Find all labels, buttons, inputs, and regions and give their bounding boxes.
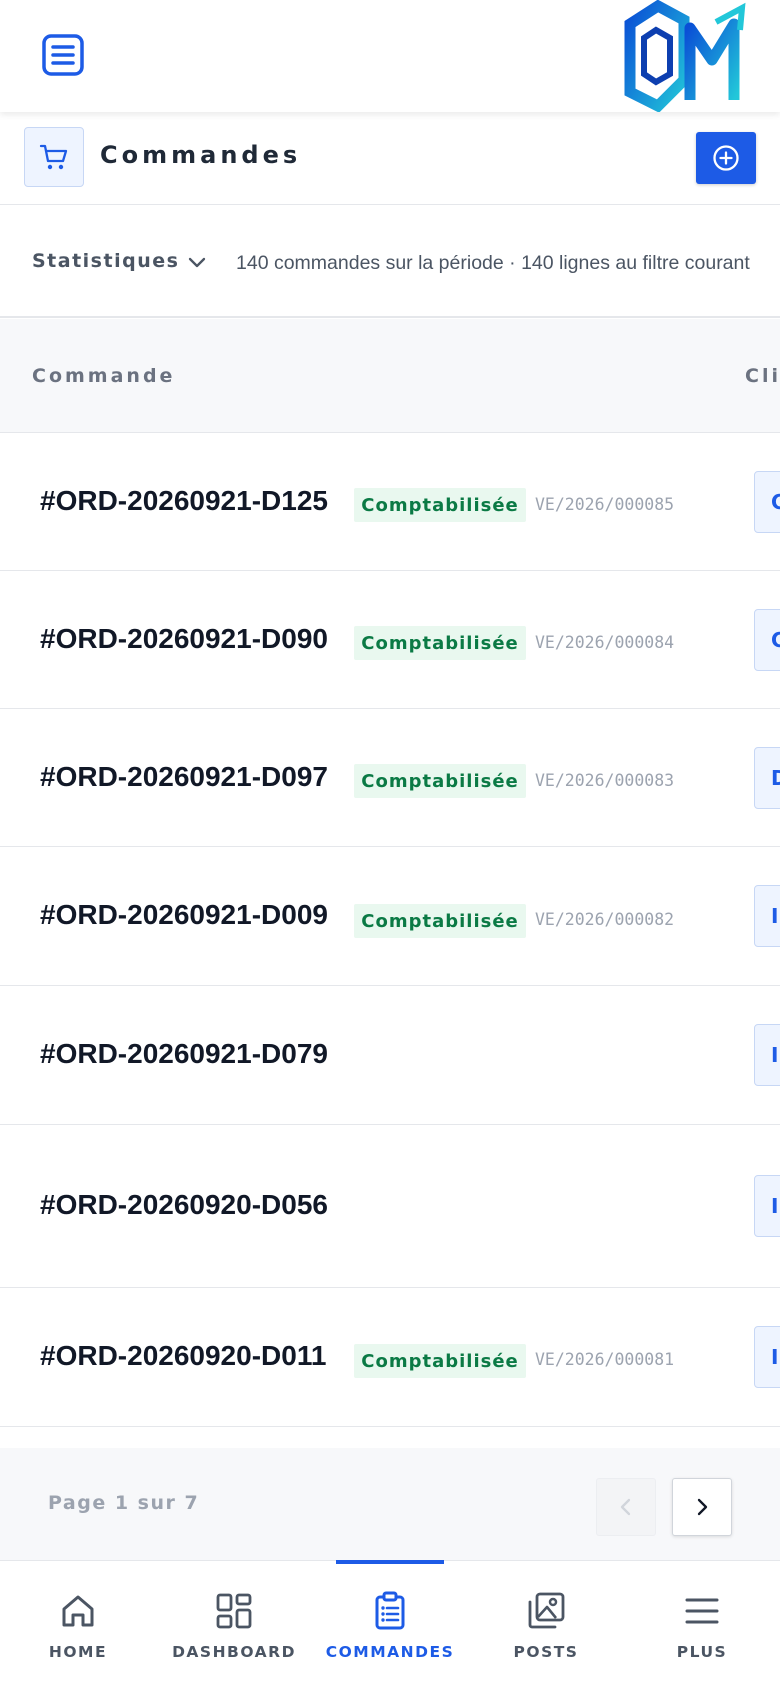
page-indicator: Page 1 sur 7: [48, 1492, 200, 1514]
stats-summary: 140 commandes sur la période · 140 ligne…: [236, 252, 750, 274]
next-page-button[interactable]: [672, 1478, 732, 1536]
nav-item-commandes[interactable]: COMMANDES: [320, 1561, 460, 1688]
nav-label: PLUS: [676, 1643, 728, 1661]
nav-label: POSTS: [513, 1643, 579, 1661]
invoice-ref: VE/2026/000081: [535, 1350, 675, 1369]
menu-icon: [42, 34, 84, 76]
client-chip[interactable]: I: [754, 885, 780, 947]
order-id[interactable]: #ORD-20260920-D056: [40, 1189, 328, 1221]
table-row[interactable]: #ORD-20260921-D125 Comptabilisée VE/2026…: [0, 433, 780, 571]
status-badge: Comptabilisée: [354, 1344, 526, 1378]
status-badge: Comptabilisée: [354, 488, 526, 522]
pagination: Page 1 sur 7: [0, 1448, 780, 1560]
chevron-down-icon[interactable]: [186, 252, 208, 274]
status-badge: Comptabilisée: [354, 904, 526, 938]
table-row[interactable]: #ORD-20260921-D079 I: [0, 986, 780, 1125]
nav-item-home[interactable]: HOME: [8, 1561, 148, 1688]
section-header: Commandes: [0, 112, 780, 205]
dashboard-icon: [216, 1593, 252, 1629]
stats-row: Statistiques 140 commandes sur la périod…: [0, 206, 780, 318]
nav-item-posts[interactable]: POSTS: [476, 1561, 616, 1688]
invoice-ref: VE/2026/000084: [535, 633, 675, 652]
column-header-commande[interactable]: Commande: [32, 365, 175, 387]
orders-table: #ORD-20260921-D125 Comptabilisée VE/2026…: [0, 433, 780, 1427]
status-badge: Comptabilisée: [354, 626, 526, 660]
chevron-right-icon: [697, 1498, 708, 1516]
chevron-left-icon: [620, 1498, 631, 1516]
nav-label: DASHBOARD: [172, 1643, 296, 1661]
order-id[interactable]: #ORD-20260921-D090: [40, 623, 328, 655]
client-chip[interactable]: C: [754, 609, 780, 671]
cart-icon: [39, 144, 68, 170]
orders-page: Commandes Statistiques 140 commandes sur…: [0, 0, 780, 1688]
table-row[interactable]: #ORD-20260921-D090 Comptabilisée VE/2026…: [0, 571, 780, 709]
invoice-ref: VE/2026/000083: [535, 771, 675, 790]
menu-button[interactable]: [42, 34, 84, 76]
om-logo[interactable]: [620, 0, 750, 113]
client-chip[interactable]: I: [754, 1326, 780, 1388]
hamburger-icon: [685, 1598, 719, 1624]
cart-icon-box: [24, 127, 84, 187]
nav-item-plus[interactable]: PLUS: [632, 1561, 772, 1688]
stats-toggle[interactable]: Statistiques: [32, 250, 179, 272]
home-icon: [62, 1595, 94, 1627]
client-chip[interactable]: C: [754, 471, 780, 533]
top-bar: [0, 0, 780, 113]
table-header: Commande Client: [0, 319, 780, 433]
table-row[interactable]: #ORD-20260921-D097 Comptabilisée VE/2026…: [0, 709, 780, 847]
add-order-button[interactable]: [696, 132, 756, 184]
nav-label: HOME: [48, 1643, 108, 1661]
clipboard-icon: [375, 1591, 405, 1630]
order-id[interactable]: #ORD-20260921-D079: [40, 1038, 328, 1070]
image-icon: [528, 1592, 565, 1629]
nav-item-dashboard[interactable]: DASHBOARD: [164, 1561, 304, 1688]
column-header-client[interactable]: Client: [745, 365, 780, 387]
table-row[interactable]: #ORD-20260921-D009 Comptabilisée VE/2026…: [0, 847, 780, 986]
order-id[interactable]: #ORD-20260921-D009: [40, 899, 328, 931]
invoice-ref: VE/2026/000082: [535, 910, 675, 929]
page-title: Commandes: [100, 141, 302, 169]
client-chip[interactable]: I: [754, 1175, 780, 1237]
order-id[interactable]: #ORD-20260921-D125: [40, 485, 328, 517]
invoice-ref: VE/2026/000085: [535, 495, 675, 514]
nav-label: COMMANDES: [325, 1643, 455, 1661]
table-row[interactable]: #ORD-20260920-D056 I: [0, 1125, 780, 1288]
previous-page-button[interactable]: [596, 1478, 656, 1536]
client-chip[interactable]: D: [754, 747, 780, 809]
bottom-nav: HOME DASHBOARD COMMANDES POSTS PLUS: [0, 1560, 780, 1688]
status-badge: Comptabilisée: [354, 764, 526, 798]
order-id[interactable]: #ORD-20260921-D097: [40, 761, 328, 793]
client-chip[interactable]: I: [754, 1024, 780, 1086]
table-row[interactable]: #ORD-20260920-D011 Comptabilisée VE/2026…: [0, 1288, 780, 1427]
order-id[interactable]: #ORD-20260920-D011: [40, 1340, 326, 1372]
plus-circle-icon: [713, 145, 739, 171]
